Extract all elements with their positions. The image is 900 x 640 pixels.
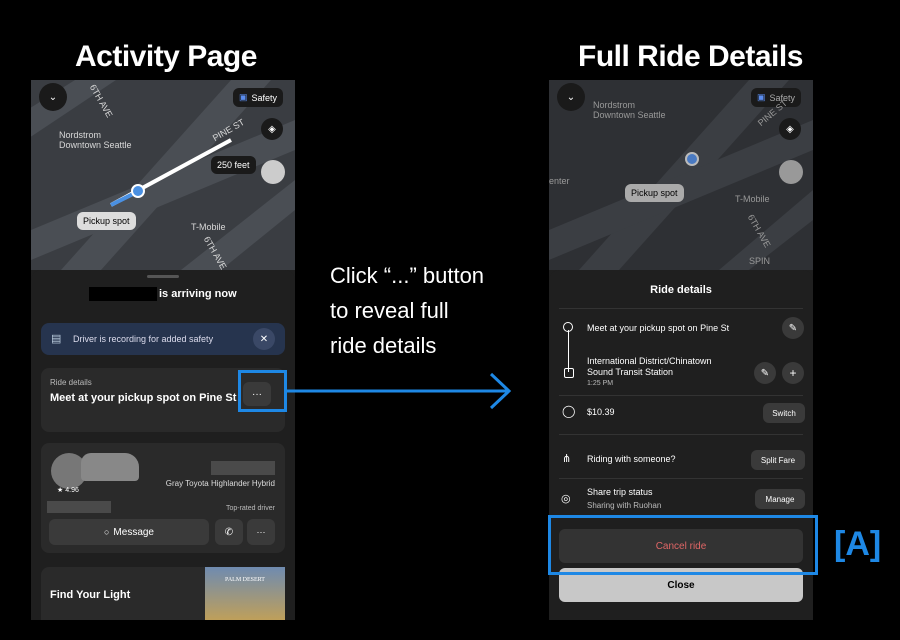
recenter-button[interactable] xyxy=(261,160,285,184)
shield-icon: ▣ xyxy=(239,92,248,102)
promo-image: PALM DESERT xyxy=(205,567,285,620)
promo-brand: PALM DESERT xyxy=(225,577,265,583)
dropoff-location-line1: International District/Chinatown xyxy=(587,356,712,366)
divider xyxy=(559,308,803,309)
map-place-label: SPIN xyxy=(749,256,771,266)
distance-label: 250 feet xyxy=(211,156,256,174)
edit-dropoff-button[interactable]: ✎ xyxy=(754,362,776,384)
map-place-label: Downtown Seattle xyxy=(593,110,666,120)
switch-payment-button[interactable]: Switch xyxy=(763,403,805,423)
bottom-sheet: is arriving now ▤ Driver is recording fo… xyxy=(31,270,295,620)
collapse-button[interactable]: ⌄ xyxy=(39,83,67,111)
sheet-handle[interactable] xyxy=(147,275,179,278)
split-fare-button[interactable]: Split Fare xyxy=(751,450,805,470)
activity-phone: ⌄ ▣ Safety ◈ 6TH AVE PINE ST 6TH AVE Nor… xyxy=(31,80,295,620)
video-camera-icon: ▤ xyxy=(51,333,62,345)
layers-button[interactable]: ◈ xyxy=(779,118,801,140)
riding-with-label: Riding with someone? xyxy=(587,454,676,464)
map-place-label: Nordstrom xyxy=(593,100,636,110)
fork-icon: ⋔ xyxy=(562,453,572,465)
collapse-button[interactable]: ⌄ xyxy=(557,83,585,111)
share-trip-label: Share trip status xyxy=(587,487,653,497)
phone-icon: ✆ xyxy=(224,526,234,538)
map-view[interactable]: ⌄ ▣ Safety ◈ 6TH AVE PINE ST 6TH AVE Nor… xyxy=(31,80,295,270)
divider xyxy=(559,478,803,479)
location-dot xyxy=(131,184,145,198)
driver-name-redacted xyxy=(89,287,157,301)
pencil-icon: ✎ xyxy=(788,322,798,334)
map-place-label: T-Mobile xyxy=(191,222,226,232)
map-place-label: Nordstrom xyxy=(59,130,102,140)
close-icon: ✕ xyxy=(259,333,269,345)
plate-redacted xyxy=(211,461,275,475)
fare-amount: $10.39 xyxy=(587,407,615,417)
divider xyxy=(559,395,803,396)
chat-bubble-icon: ○ xyxy=(103,527,110,537)
manage-sharing-button[interactable]: Manage xyxy=(755,489,805,509)
layers-button[interactable]: ◈ xyxy=(261,118,283,140)
divider xyxy=(559,434,803,435)
safety-button[interactable]: ▣ Safety xyxy=(233,88,284,107)
instruction-line-2: to reveal full xyxy=(330,298,449,323)
car-image xyxy=(81,453,139,481)
ride-details-label: Ride details xyxy=(50,378,92,387)
chevron-down-icon: ⌄ xyxy=(566,91,576,103)
call-button[interactable]: ✆ xyxy=(215,519,243,545)
person-icon: ◯ xyxy=(562,404,576,418)
pickup-spot-label: Pickup spot xyxy=(625,184,684,202)
heading-activity-page: Activity Page xyxy=(75,40,257,73)
driver-more-button[interactable]: ··· xyxy=(247,519,275,545)
recording-banner: ▤ Driver is recording for added safety ✕ xyxy=(41,323,285,355)
arriving-status: is arriving now xyxy=(159,288,237,300)
layers-icon: ◈ xyxy=(268,123,276,135)
car-description: Gray Toyota Highlander Hybrid xyxy=(165,479,275,488)
pickup-pin-icon xyxy=(563,322,573,332)
driver-card: ★ 4.96 Gray Toyota Highlander Hybrid Top… xyxy=(41,443,285,553)
dismiss-button[interactable]: ✕ xyxy=(253,328,275,350)
pencil-icon: ✎ xyxy=(760,367,770,379)
pickup-location: Meet at your pickup spot on Pine St xyxy=(587,323,730,333)
sheet-title: Ride details xyxy=(650,284,712,296)
instruction-line-3: ride details xyxy=(330,333,437,358)
map-place-label: Downtown Seattle xyxy=(59,140,132,150)
driver-rating: ★ 4.96 xyxy=(57,487,79,494)
map-view[interactable]: ⌄ ▣ Safety ◈ Nordstrom Downtown Seattle … xyxy=(549,80,813,270)
promo-title: Find Your Light xyxy=(50,589,131,601)
add-stop-button[interactable]: + xyxy=(782,362,804,384)
more-button-highlight xyxy=(238,370,287,412)
dropoff-pin-icon xyxy=(564,368,574,378)
cancel-ride-highlight xyxy=(548,515,818,575)
share-trip-icon: ◎ xyxy=(561,493,571,505)
heading-full-ride-details: Full Ride Details xyxy=(578,40,803,73)
label-a: [A] xyxy=(834,525,882,563)
message-button[interactable]: ○ Message xyxy=(49,519,209,545)
pickup-spot-label: Pickup spot xyxy=(77,212,136,230)
location-dot xyxy=(685,152,699,166)
map-place-label: T-Mobile xyxy=(735,194,770,204)
instruction-line-1: Click “...” button xyxy=(330,263,485,288)
sharing-with-label: Sharing with Ruohan xyxy=(587,501,662,510)
recenter-button[interactable] xyxy=(779,160,803,184)
dropoff-time: 1:25 PM xyxy=(587,380,614,387)
ride-details-title: Meet at your pickup spot on Pine St xyxy=(50,392,237,404)
chevron-down-icon: ⌄ xyxy=(48,91,58,103)
plus-icon: + xyxy=(789,366,797,380)
promo-card[interactable]: Find Your Light PALM DESERT xyxy=(41,567,285,620)
map-place-label: enter xyxy=(549,176,570,186)
layers-icon: ◈ xyxy=(786,123,794,135)
driver-name-redacted xyxy=(47,501,111,513)
top-rated-badge: Top-rated driver xyxy=(225,505,275,512)
shield-icon: ▣ xyxy=(757,92,766,102)
edit-pickup-button[interactable]: ✎ xyxy=(782,317,804,339)
route-line xyxy=(568,330,569,372)
dropoff-location-line2: Sound Transit Station xyxy=(587,367,674,377)
arrow-connector xyxy=(287,372,512,410)
